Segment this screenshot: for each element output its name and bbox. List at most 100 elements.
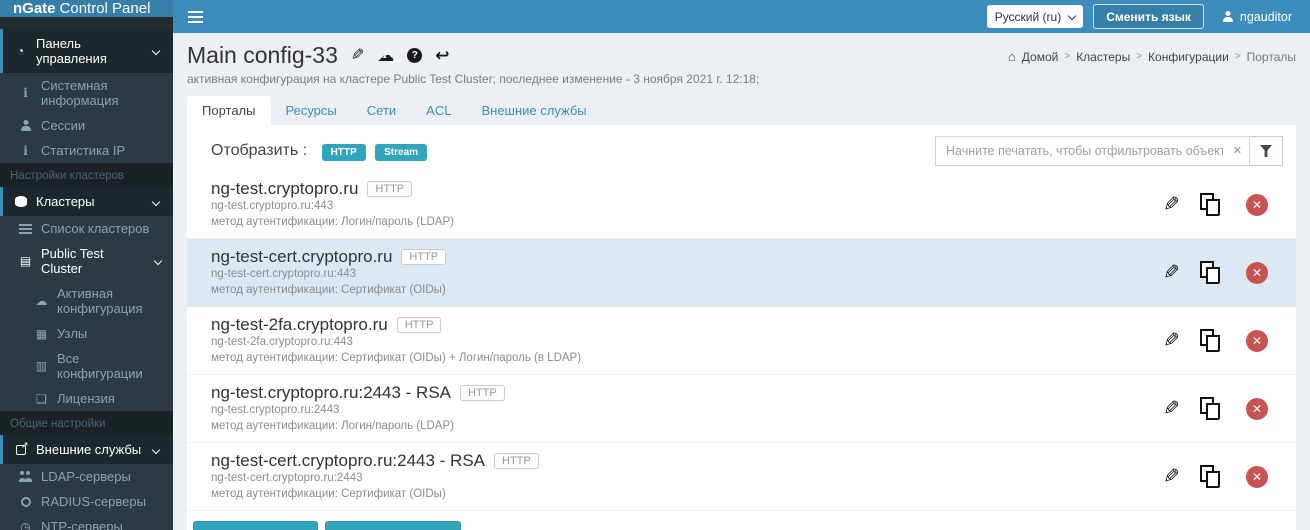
brand-bold: nGate (13, 0, 56, 17)
duplicate-portal-button[interactable] (1200, 397, 1220, 421)
sidebar-item-ntp-servers[interactable]: ◷ NTP-серверы (0, 514, 173, 530)
delete-portal-button[interactable]: ✕ (1246, 329, 1268, 352)
sidebar-item-label: Узлы (57, 326, 88, 341)
sidebar-item-active-configuration[interactable]: ☁ Активная конфигурация (0, 281, 173, 321)
info-icon: i (23, 86, 28, 100)
delete-portal-button[interactable]: ✕ (1246, 261, 1268, 284)
duplicate-portal-button[interactable] (1200, 329, 1220, 353)
brand-logo[interactable]: nGate Control Panel (0, 0, 173, 17)
filter-stream-badge[interactable]: Stream (375, 144, 428, 161)
sidebar-item-clusters[interactable]: Кластеры (0, 187, 173, 216)
sidebar-section-general-settings: Общие настройки (0, 411, 173, 435)
sidebar-item-nodes[interactable]: ▦ Узлы (0, 321, 173, 346)
sidebar-item-control-panel[interactable]: ◔ Панель управления (0, 29, 173, 73)
chevron-down-icon (151, 197, 161, 206)
sidebar-item-ip-statistics[interactable]: i Статистика IP (0, 138, 173, 163)
edit-portal-button[interactable]: ✎ (1163, 260, 1180, 285)
portal-auth-method: метод аутентификации: Логин/пароль (LDAP… (211, 215, 454, 228)
sidebar-item-label: LDAP-серверы (41, 469, 131, 484)
sidebar-item-license[interactable]: ❏ Лицензия (0, 386, 173, 411)
sidebar-item-system-info[interactable]: i Системная информация (0, 73, 173, 113)
breadcrumb: ⌂ Домой > Кластеры > Конфигурации > Порт… (1007, 49, 1296, 64)
tab-networks[interactable]: Сети (352, 96, 411, 125)
deploy-config-icon[interactable]: ☁ ▲ (377, 47, 394, 64)
tab-external-services[interactable]: Внешние службы (466, 96, 601, 125)
sidebar-item-label: RADIUS-серверы (41, 494, 146, 509)
sidebar-toggle-button[interactable] (173, 0, 218, 33)
change-language-button[interactable]: Сменить язык (1093, 4, 1204, 29)
sidebar-item-label: Сессии (41, 118, 86, 133)
sidebar-item-all-configurations[interactable]: ▥ Все конфигурации (0, 346, 173, 386)
undo-icon[interactable]: ↩ (435, 47, 449, 64)
page-title: Main config-33 (187, 42, 338, 68)
portal-row: ng-test-2fa.cryptopro.ru HTTP ng-test-2f… (187, 307, 1296, 376)
duplicate-portal-button[interactable] (1200, 193, 1220, 217)
portal-type-badge: HTTP (401, 249, 447, 266)
card-icon: ▤ (19, 254, 32, 268)
edit-config-name-icon[interactable]: ✎ (351, 47, 364, 64)
sidebar-item-public-test-cluster[interactable]: ▤ Public Test Cluster (0, 241, 173, 281)
portal-list: ng-test.cryptopro.ru HTTP ng-test.crypto… (187, 171, 1296, 512)
sidebar-item-label: Внешние службы (36, 442, 142, 457)
tab-bar: Порталы Ресурсы Сети ACL Внешние службы (187, 96, 1296, 125)
breadcrumb-portals: Порталы (1246, 49, 1296, 64)
portal-row: ng-test.cryptopro.ru:2443 - RSA HTTP ng-… (187, 375, 1296, 444)
help-icon[interactable]: ? (407, 48, 423, 63)
language-select[interactable]: Русский (ru) (986, 5, 1084, 28)
delete-portal-button[interactable]: ✕ (1246, 465, 1268, 488)
x-icon: ✕ (1251, 197, 1263, 212)
breadcrumb-home[interactable]: Домой (1022, 50, 1059, 64)
portal-host: ng-test.cryptopro.ru:2443 (211, 404, 340, 417)
sidebar-item-radius-servers[interactable]: RADIUS-серверы (0, 489, 173, 514)
add-stream-portal-button[interactable]: + Stream-портал (324, 521, 461, 530)
filter-search-input[interactable] (935, 136, 1250, 166)
clear-search-icon[interactable]: ✕ (1233, 144, 1242, 157)
delete-portal-button[interactable]: ✕ (1246, 193, 1268, 216)
chevron-down-icon (153, 256, 163, 266)
breadcrumb-clusters[interactable]: Кластеры (1076, 50, 1130, 64)
config-subtitle: активная конфигурация на кластере Public… (187, 72, 760, 86)
portal-type-badge: HTTP (494, 453, 539, 470)
duplicate-portal-button[interactable] (1200, 465, 1220, 489)
filter-button[interactable] (1250, 136, 1283, 166)
add-http-portal-button[interactable]: + HTTP портал (193, 521, 318, 530)
portal-auth-method: метод аутентификации: Сертификат (OIDы) (211, 487, 446, 500)
users-icon (18, 471, 33, 482)
sidebar-item-external-services[interactable]: Внешние службы (0, 435, 173, 464)
edit-portal-button[interactable]: ✎ (1163, 396, 1180, 421)
portal-host: ng-test-2fa.cryptopro.ru:443 (211, 336, 353, 349)
top-navbar: Русский (ru) Сменить язык ngauditor (173, 0, 1310, 33)
sidebar-item-cluster-list[interactable]: Список кластеров (0, 216, 173, 241)
grid-icon: ▦ (35, 326, 48, 341)
delete-portal-button[interactable]: ✕ (1246, 397, 1268, 420)
sidebar-section-cluster-settings: Настройки кластеров (0, 163, 173, 187)
breadcrumb-configurations[interactable]: Конфигурации (1148, 50, 1229, 64)
external-link-icon (15, 440, 29, 455)
user-menu[interactable]: ngauditor (1214, 10, 1300, 24)
hamburger-icon (188, 10, 203, 23)
edit-portal-button[interactable]: ✎ (1163, 192, 1180, 217)
portal-name: ng-test-cert.cryptopro.ru:2443 - RSA (211, 451, 486, 471)
upload-arrow-icon: ▲ (381, 54, 388, 60)
duplicate-portal-button[interactable] (1200, 261, 1220, 285)
edit-portal-button[interactable]: ✎ (1163, 328, 1180, 353)
sidebar-item-label: Системная информация (41, 78, 119, 108)
portal-host: ng-test-cert.cryptopro.ru:2443 (211, 472, 363, 485)
sidebar-item-sessions[interactable]: Сессии (0, 113, 173, 138)
tab-portals[interactable]: Порталы (187, 96, 271, 125)
edit-portal-button[interactable]: ✎ (1163, 464, 1180, 489)
portal-type-badge: HTTP (396, 317, 442, 334)
tab-acl[interactable]: ACL (411, 96, 466, 125)
portal-row: ng-test-cert.cryptopro.ru:2443 - RSA HTT… (187, 443, 1296, 512)
x-icon: ✕ (1251, 401, 1263, 416)
tab-resources[interactable]: Ресурсы (271, 96, 352, 125)
language-select-value: Русский (ru) (994, 9, 1062, 24)
portals-panel: Отобразить : HTTP Stream ✕ (187, 125, 1296, 530)
funnel-icon (1260, 145, 1272, 157)
portal-name: ng-test-2fa.cryptopro.ru (211, 315, 388, 335)
sidebar-item-label: Активная конфигурация (57, 286, 143, 316)
sidebar: nGate Control Panel ◔ Панель управления … (0, 0, 173, 530)
home-icon: ⌂ (1007, 49, 1016, 64)
sidebar-item-ldap-servers[interactable]: LDAP-серверы (0, 464, 173, 489)
filter-http-badge[interactable]: HTTP (321, 144, 366, 161)
